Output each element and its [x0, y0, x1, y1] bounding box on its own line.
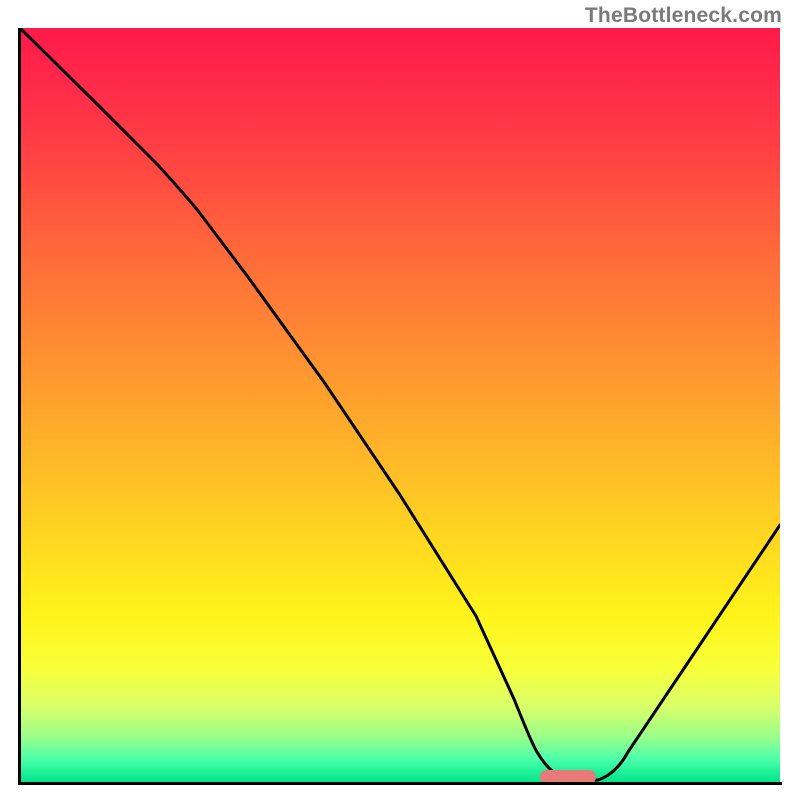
curve-svg — [20, 28, 780, 782]
chart-container — [16, 28, 784, 786]
y-axis-line — [18, 28, 21, 784]
watermark-text: TheBottleneck.com — [585, 4, 782, 28]
x-axis-line — [18, 782, 782, 785]
plot-area — [16, 28, 784, 786]
bottleneck-curve-path — [20, 28, 780, 780]
